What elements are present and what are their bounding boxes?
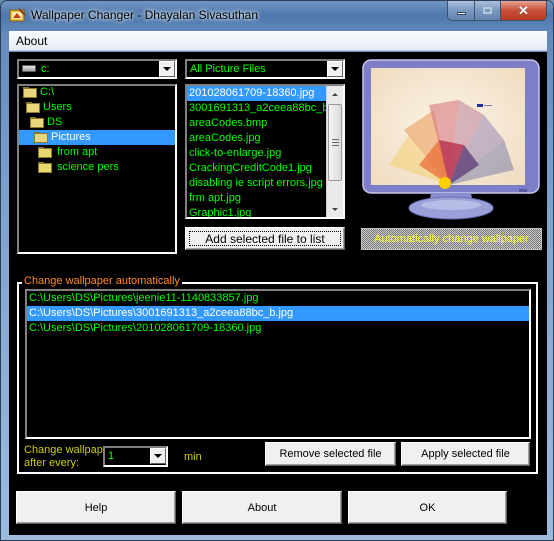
- interval-unit: min: [184, 451, 202, 463]
- tree-item-science-pers[interactable]: science pers: [37, 160, 119, 175]
- folder-icon: [37, 161, 53, 174]
- chevron-down-icon: [163, 67, 171, 71]
- wallpaper-preview-monitor: [362, 59, 540, 220]
- chevron-down-icon: [331, 67, 339, 71]
- maximize-button[interactable]: [475, 1, 501, 21]
- scroll-down-icon: [332, 207, 338, 211]
- open-folder-icon: [33, 131, 49, 144]
- open-folder-icon: [22, 86, 38, 99]
- menu-bar: About: [9, 31, 547, 51]
- close-icon: ✕: [518, 2, 529, 18]
- file-list-scrollbar[interactable]: [326, 86, 343, 217]
- file-list-item[interactable]: 3001691313_a2ceea88bc_b.jpg: [187, 101, 343, 116]
- scroll-up-icon: [332, 92, 338, 96]
- rotation-list-item[interactable]: C:\Users\DS\Pictures\201028061709-18360.…: [27, 321, 529, 336]
- client-area: c: C:\ Users DS Pictures from apt scienc…: [9, 52, 547, 535]
- rotation-list-item[interactable]: C:\Users\DS\Pictures\jeenie11-1140833857…: [27, 291, 529, 306]
- remove-selected-file-button[interactable]: Remove selected file: [265, 442, 396, 466]
- scrollbar-thumb[interactable]: [328, 104, 342, 181]
- drive-combo[interactable]: c:: [17, 59, 177, 79]
- file-list-item[interactable]: areaCodes.jpg: [187, 131, 326, 146]
- file-list-item[interactable]: disabling ie script errors.jpg: [187, 176, 326, 191]
- filter-value: All Picture Files: [190, 63, 266, 75]
- title-bar[interactable]: Wallpaper Changer - Dhayalan Sivasuthan …: [1, 1, 553, 31]
- filter-dropdown-button[interactable]: [327, 61, 343, 77]
- close-button[interactable]: ✕: [501, 1, 547, 21]
- focus-ring: [189, 231, 341, 246]
- scroll-up-button[interactable]: [327, 86, 343, 102]
- file-list-item[interactable]: Graphic1.jpg: [187, 206, 326, 217]
- auto-change-group-legend: Change wallpaper automatically: [22, 275, 182, 287]
- open-folder-icon: [29, 116, 45, 129]
- drive-value: c:: [41, 63, 50, 75]
- folder-icon: [37, 146, 53, 159]
- rotation-list-item[interactable]: C:\Users\DS\Pictures\3001691313_a2ceea88…: [27, 306, 529, 321]
- window-title: Wallpaper Changer - Dhayalan Sivasuthan: [31, 8, 259, 22]
- about-button[interactable]: About: [182, 491, 342, 524]
- minimize-button[interactable]: [447, 1, 475, 21]
- scroll-down-button[interactable]: [327, 201, 343, 217]
- interval-value: 1: [108, 450, 115, 462]
- file-list[interactable]: 201028061709-18360.jpg 3001691313_a2ceea…: [185, 84, 345, 219]
- tree-item-users[interactable]: Users: [25, 100, 72, 115]
- help-button[interactable]: Help: [16, 491, 176, 524]
- ok-button[interactable]: OK: [348, 491, 507, 524]
- interval-dropdown-button[interactable]: [150, 448, 166, 464]
- maximize-icon: [483, 7, 492, 14]
- wallpaper-rotation-list[interactable]: C:\Users\DS\Pictures\jeenie11-1140833857…: [25, 289, 531, 439]
- minimize-icon: [456, 12, 466, 15]
- add-selected-file-button[interactable]: Add selected file to list: [185, 227, 345, 250]
- chevron-down-icon: [154, 454, 162, 458]
- tree-item-pictures[interactable]: Pictures: [33, 130, 91, 145]
- app-window: Wallpaper Changer - Dhayalan Sivasuthan …: [0, 0, 554, 541]
- auto-change-wallpaper-banner[interactable]: Automatically change wallpaper: [361, 228, 542, 250]
- file-list-item[interactable]: CrackingCreditCode1.jpg: [187, 161, 326, 176]
- file-list-item[interactable]: click-to-enlarge.jpg: [187, 146, 326, 161]
- file-list-item[interactable]: areaCodes.bmp: [187, 116, 326, 131]
- drive-dropdown-button[interactable]: [159, 61, 175, 77]
- tree-item-c-drive[interactable]: C:\: [22, 86, 54, 100]
- tree-item-from-apt[interactable]: from apt: [37, 145, 97, 160]
- file-type-filter-combo[interactable]: All Picture Files: [185, 59, 345, 79]
- file-list-item[interactable]: 201028061709-18360.jpg: [187, 86, 326, 101]
- apply-selected-file-button[interactable]: Apply selected file: [401, 442, 530, 466]
- open-folder-icon: [25, 101, 41, 114]
- tree-item-ds[interactable]: DS: [29, 115, 62, 130]
- interval-label: Change wallpaper after every:: [24, 444, 113, 469]
- menu-about[interactable]: About: [16, 34, 47, 48]
- drive-icon: [22, 65, 36, 72]
- folder-tree[interactable]: C:\ Users DS Pictures from apt science p…: [17, 84, 177, 254]
- file-list-item[interactable]: frm apt.jpg: [187, 191, 326, 206]
- wallpaper-changer-app-icon: [9, 8, 26, 22]
- interval-combo[interactable]: 1: [103, 446, 168, 467]
